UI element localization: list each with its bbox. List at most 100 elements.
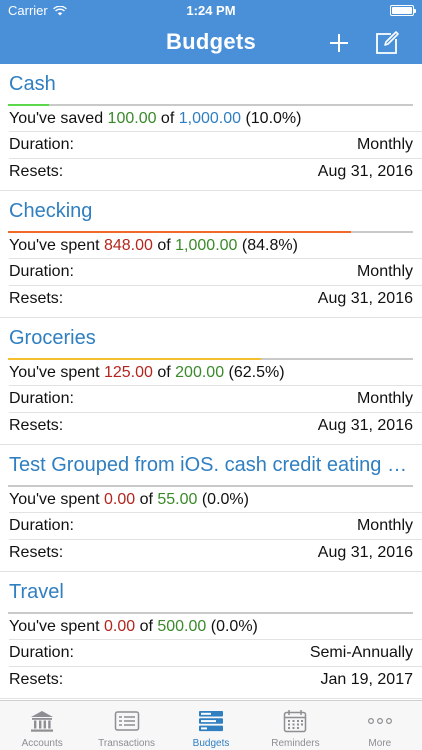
- resets-label: Resets:: [9, 290, 64, 307]
- duration-value: Monthly: [356, 517, 413, 534]
- add-budget-button[interactable]: [324, 28, 354, 58]
- summary-percent: (10.0%): [241, 110, 302, 127]
- row-divider: [9, 385, 422, 386]
- budget-name: Cash: [9, 73, 56, 95]
- summary-percent: (0.0%): [206, 618, 258, 635]
- spent-amount: 0.00: [103, 618, 136, 635]
- duration-row: Duration: Semi-Annually: [9, 644, 413, 662]
- row-divider: [9, 258, 422, 259]
- summary-verb: You've spent: [9, 237, 104, 254]
- row-divider: [9, 539, 422, 540]
- summary-text: You've spent 0.00 of 500.00 (0.0%): [9, 618, 258, 636]
- budget-name: Travel: [9, 581, 64, 603]
- compose-icon: [376, 31, 399, 54]
- budget-progress-fill: [8, 358, 262, 360]
- total-amount: 500.00: [157, 618, 207, 635]
- total-amount: 1,000.00: [178, 110, 241, 127]
- budget-name: Test Grouped from iOS. cash credit eatin…: [9, 454, 414, 476]
- summary-text: You've spent 0.00 of 55.00 (0.0%): [9, 491, 249, 509]
- tab-accounts[interactable]: Accounts: [0, 701, 84, 750]
- budget-row[interactable]: Groceries You've spent 125.00 of 200.00 (…: [0, 318, 422, 445]
- budget-progress-bar: [8, 231, 413, 233]
- tab-reminders[interactable]: Reminders: [253, 701, 337, 750]
- total-amount: 200.00: [175, 364, 225, 381]
- summary-of: of: [152, 364, 176, 381]
- plus-icon: [330, 34, 348, 52]
- duration-value: Semi-Annually: [309, 644, 413, 661]
- summary-text: You've saved 100.00 of 1,000.00 (10.0%): [9, 110, 301, 128]
- budget-progress-bar: [8, 104, 413, 106]
- duration-row: Duration: Monthly: [9, 136, 413, 154]
- budget-row[interactable]: Travel You've spent 0.00 of 500.00 (0.0%)…: [0, 572, 422, 699]
- resets-label: Resets:: [9, 163, 64, 180]
- spent-amount: 0.00: [103, 491, 136, 508]
- page-title: Budgets: [165, 29, 257, 54]
- budgets-icon: [199, 711, 224, 732]
- budget-summary: You've saved 100.00 of 1,000.00 (10.0%): [9, 110, 413, 128]
- resets-label: Resets:: [9, 671, 64, 688]
- spent-amount: 100.00: [107, 110, 157, 127]
- resets-label: Resets:: [9, 544, 64, 561]
- status-bar: Carrier 1:24 PM: [0, 0, 422, 20]
- budget-row[interactable]: Checking You've spent 848.00 of 1,000.00 …: [0, 191, 422, 318]
- summary-of: of: [135, 491, 158, 508]
- tab-label: Budgets: [192, 738, 230, 749]
- summary-percent: (0.0%): [197, 491, 249, 508]
- tab-transactions[interactable]: Transactions: [84, 701, 168, 750]
- edit-button[interactable]: [372, 28, 402, 58]
- resets-row: Resets: Aug 31, 2016: [9, 417, 413, 435]
- calendar-icon: [284, 710, 307, 733]
- tab-label: Transactions: [98, 738, 156, 749]
- resets-row: Resets: Aug 31, 2016: [9, 290, 413, 308]
- budget-progress-bar: [8, 485, 413, 487]
- status-time: 1:24 PM: [186, 3, 236, 18]
- duration-label: Duration:: [9, 136, 74, 153]
- total-amount: 1,000.00: [175, 237, 238, 254]
- duration-row: Duration: Monthly: [9, 263, 413, 281]
- row-divider: [9, 412, 422, 413]
- resets-value: Aug 31, 2016: [317, 163, 413, 180]
- budget-progress-fill: [8, 231, 352, 233]
- summary-of: of: [156, 110, 179, 127]
- navigation-bar: Carrier 1:24 PM Budgets: [0, 0, 422, 64]
- section-divider: [0, 698, 422, 699]
- tab-budgets[interactable]: Budgets: [169, 701, 253, 750]
- row-divider: [9, 639, 422, 640]
- spent-amount: 125.00: [103, 364, 153, 381]
- row-divider: [9, 666, 422, 667]
- list-icon: [114, 711, 139, 731]
- budget-row[interactable]: Cash You've saved 100.00 of 1,000.00 (10.…: [0, 64, 422, 191]
- budget-row[interactable]: Test Grouped from iOS. cash credit eatin…: [0, 445, 422, 572]
- summary-verb: You've spent: [9, 364, 104, 381]
- resets-value: Aug 31, 2016: [317, 544, 413, 561]
- spent-amount: 848.00: [103, 237, 153, 254]
- summary-text: You've spent 848.00 of 1,000.00 (84.8%): [9, 237, 298, 255]
- duration-label: Duration:: [9, 644, 74, 661]
- duration-label: Duration:: [9, 390, 74, 407]
- summary-of: of: [152, 237, 176, 254]
- resets-row: Resets: Aug 31, 2016: [9, 163, 413, 181]
- tab-label: Reminders: [271, 738, 320, 749]
- resets-value: Aug 31, 2016: [317, 417, 413, 434]
- row-divider: [9, 158, 422, 159]
- summary-verb: You've spent: [9, 491, 104, 508]
- duration-value: Monthly: [356, 136, 413, 153]
- summary-percent: (62.5%): [224, 364, 285, 381]
- budget-progress-bar: [8, 358, 413, 360]
- resets-value: Aug 31, 2016: [317, 290, 413, 307]
- duration-value: Monthly: [356, 263, 413, 280]
- row-divider: [9, 512, 422, 513]
- budget-name: Checking: [9, 200, 93, 222]
- resets-label: Resets:: [9, 417, 64, 434]
- duration-label: Duration:: [9, 517, 74, 534]
- duration-row: Duration: Monthly: [9, 517, 413, 535]
- tab-more[interactable]: More: [338, 701, 422, 750]
- budget-summary: You've spent 848.00 of 1,000.00 (84.8%): [9, 237, 413, 255]
- summary-verb: You've spent: [9, 618, 104, 635]
- summary-text: You've spent 125.00 of 200.00 (62.5%): [9, 364, 285, 382]
- budget-summary: You've spent 0.00 of 500.00 (0.0%): [9, 618, 413, 636]
- duration-row: Duration: Monthly: [9, 390, 413, 408]
- duration-label: Duration:: [9, 263, 74, 280]
- budget-list[interactable]: Cash You've saved 100.00 of 1,000.00 (10.…: [0, 64, 422, 700]
- summary-verb: You've saved: [9, 110, 108, 127]
